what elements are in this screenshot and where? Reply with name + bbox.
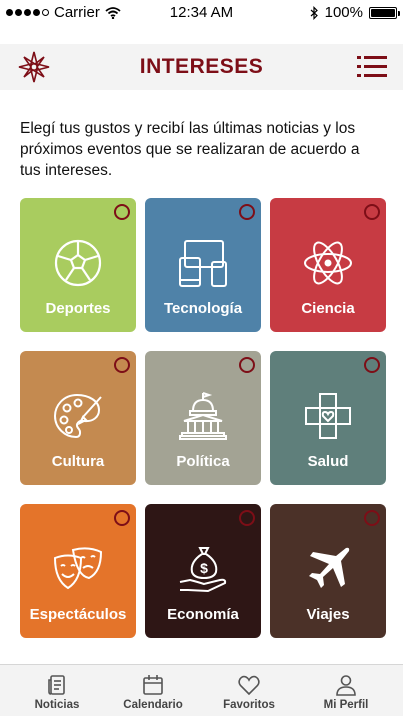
tab-label: Calendario <box>123 699 183 711</box>
svg-text:$: $ <box>200 560 208 576</box>
category-label: Ciencia <box>301 300 355 317</box>
atom-icon <box>304 241 352 285</box>
tab-label: Mi Perfil <box>323 699 369 711</box>
news-icon <box>48 675 65 695</box>
select-circle[interactable] <box>114 204 130 220</box>
tab-label: Favoritos <box>223 699 275 711</box>
health-cross-icon <box>305 393 351 439</box>
select-circle[interactable] <box>114 357 130 373</box>
category-tile-politica[interactable]: Política <box>145 351 261 485</box>
category-label: Salud <box>307 453 349 470</box>
category-label: Política <box>176 453 230 470</box>
list-menu-icon[interactable] <box>357 54 387 80</box>
devices-icon <box>179 240 227 287</box>
tab-noticias[interactable]: Noticias <box>7 665 107 717</box>
category-tile-deportes[interactable]: Deportes <box>20 198 136 332</box>
intro-text: Elegí tus gustos y recibí las últimas no… <box>20 120 360 179</box>
tab-calendario[interactable]: Calendario <box>103 665 203 717</box>
tab-bar: Noticias Calendario Favoritos Mi Perfil <box>0 664 403 716</box>
category-tile-tecnologia[interactable]: Tecnología <box>145 198 261 332</box>
battery-icon <box>369 6 400 19</box>
category-label: Tecnología <box>163 300 243 317</box>
heart-icon <box>238 675 260 696</box>
category-label: Economía <box>167 606 239 623</box>
category-tile-cultura[interactable]: Cultura <box>20 351 136 485</box>
navigation-bar: INTERESES <box>0 44 403 90</box>
money-bag-hand-icon: $ <box>179 547 227 593</box>
page-title: INTERESES <box>139 55 264 78</box>
tab-label: Noticias <box>34 699 80 711</box>
select-circle[interactable] <box>364 510 380 526</box>
capitol-icon <box>179 392 227 440</box>
select-circle[interactable] <box>114 510 130 526</box>
bluetooth-icon <box>310 5 318 20</box>
category-label: Espectáculos <box>29 606 127 623</box>
category-label: Cultura <box>51 453 105 470</box>
battery-percent: 100% <box>324 4 363 21</box>
airplane-icon <box>309 547 350 588</box>
select-circle[interactable] <box>364 357 380 373</box>
select-circle[interactable] <box>239 510 255 526</box>
palette-icon <box>53 393 102 439</box>
status-bar: Carrier 12:34 AM 100% <box>0 0 403 26</box>
theater-masks-icon <box>53 547 103 590</box>
category-label: Deportes <box>45 300 111 317</box>
select-circle[interactable] <box>239 357 255 373</box>
category-label: Viajes <box>306 606 350 623</box>
category-tile-viajes[interactable]: Viajes <box>270 504 386 638</box>
select-circle[interactable] <box>239 204 255 220</box>
tab-favoritos[interactable]: Favoritos <box>199 665 299 717</box>
calendar-icon <box>143 675 163 695</box>
category-tile-salud[interactable]: Salud <box>270 351 386 485</box>
user-icon <box>336 675 356 696</box>
category-tile-economia[interactable]: $ Economía <box>145 504 261 638</box>
select-circle[interactable] <box>364 204 380 220</box>
category-tile-espectaculos[interactable]: Espectáculos <box>20 504 136 638</box>
soccer-ball-icon <box>54 239 102 287</box>
category-tile-ciencia[interactable]: Ciencia <box>270 198 386 332</box>
tab-mi-perfil[interactable]: Mi Perfil <box>296 665 396 717</box>
